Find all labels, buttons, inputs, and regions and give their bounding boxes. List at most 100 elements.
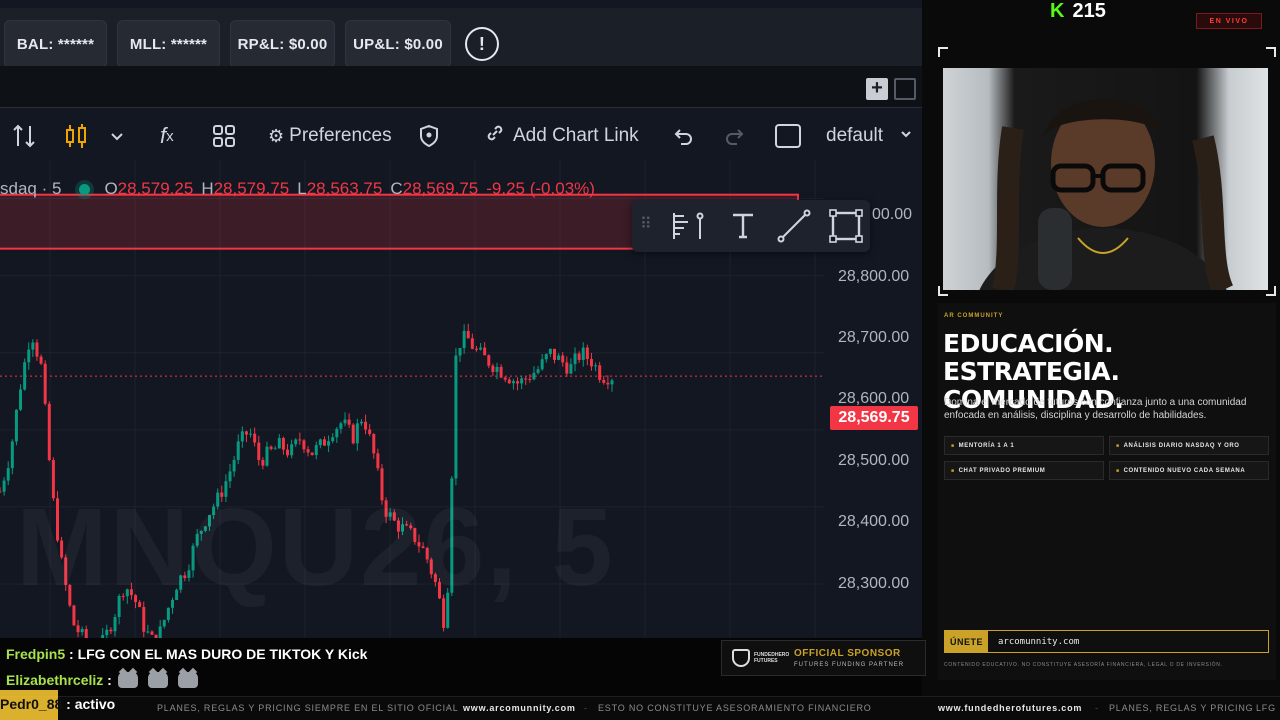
webcam-feed: [943, 68, 1268, 290]
price-axis[interactable]: 00.00 28,800.00 28,700.00 28,600.00 28,5…: [824, 160, 922, 638]
close-key: C: [390, 179, 403, 198]
candle-body: [253, 433, 257, 443]
candle-body: [462, 330, 466, 348]
candle-body: [310, 452, 314, 456]
candle-body: [10, 441, 14, 469]
realized-pnl-badge[interactable]: RP&L: $0.00: [230, 20, 335, 68]
layout-select[interactable]: default: [826, 112, 913, 160]
chevron-down-icon[interactable]: [108, 112, 126, 160]
low-value: 28,563.75: [306, 179, 383, 198]
candle-body: [27, 349, 31, 363]
candle-body: [577, 353, 581, 360]
high-key: H: [201, 179, 214, 198]
indicators-icon[interactable]: fx: [160, 112, 174, 160]
candle-body: [314, 445, 318, 456]
open-value: 28,579.25: [117, 179, 194, 198]
candle-body: [113, 617, 117, 632]
candle-body: [150, 631, 154, 635]
chat-message: Pedr0_88 : activo: [0, 696, 115, 712]
candle-body: [331, 437, 335, 442]
candle-body: [146, 631, 150, 633]
candle-body: [581, 347, 585, 360]
candle-body: [109, 629, 113, 632]
candle-body: [105, 629, 109, 636]
join-button[interactable]: ÚNETE: [945, 631, 988, 652]
ticker-text: PLANES, REGLAS Y PRICING: [1109, 703, 1254, 713]
add-chart-link-button[interactable]: Add Chart Link: [484, 112, 639, 160]
candle-body: [355, 423, 359, 444]
preferences-button[interactable]: ⚙ Preferences: [268, 112, 392, 160]
candle-body: [524, 378, 528, 380]
candle-body: [359, 421, 363, 424]
redo-icon[interactable]: [724, 112, 746, 160]
join-url[interactable]: arcomunnity.com: [998, 637, 1079, 647]
candles-icon[interactable]: [62, 112, 90, 160]
candle-body: [277, 438, 281, 449]
text-tool-icon[interactable]: [730, 210, 756, 245]
chat-username: Fredpin5: [6, 646, 66, 662]
viewer-count-value: 215: [1072, 0, 1106, 22]
chat-username: Pedr0_88: [0, 696, 63, 712]
candle-body: [487, 355, 491, 366]
feature-badge: CHAT PRIVADO PREMIUM: [944, 461, 1104, 480]
candle-body: [589, 359, 593, 367]
ticker-text: ESTO NO CONSTITUYE ASESORAMIENTO FINANCI…: [598, 703, 872, 713]
info-icon[interactable]: !: [465, 27, 499, 61]
mll-badge[interactable]: MLL: ******: [117, 20, 220, 68]
news-ticker: PLANES, REGLAS Y PRICING SIEMPRE EN EL S…: [0, 696, 1280, 720]
cat-emote-icon: [147, 672, 168, 688]
candle-body: [598, 365, 602, 380]
undo-icon[interactable]: [672, 112, 694, 160]
fib-tool-icon[interactable]: [670, 210, 704, 247]
balance-badge[interactable]: BAL: ******: [4, 20, 107, 68]
candle-body: [544, 354, 548, 360]
trendline-tool-icon[interactable]: [776, 208, 812, 249]
promo-description: Domina el mercado de futuros con confian…: [944, 397, 1247, 421]
chat-colon: :: [62, 696, 75, 712]
symbol-watermark: MNQU26, 5: [16, 484, 615, 611]
candle-body: [372, 434, 376, 454]
candle-body: [540, 359, 544, 370]
fundedhero-logo: FUNDEDHERO FUTURES: [722, 649, 790, 667]
chat-message: Fredpin5 : LFG CON EL MAS DURO DE TIKTOK…: [6, 646, 367, 662]
price-axis-label: 28,500.00: [838, 452, 910, 469]
candle-body: [31, 342, 35, 350]
candle-body: [548, 348, 552, 355]
candle-body: [158, 626, 162, 638]
open-key: O: [104, 179, 118, 198]
candle-body: [290, 444, 294, 456]
candle-body: [286, 449, 290, 456]
price-axis-label: 00.00: [872, 206, 913, 223]
fullscreen-icon[interactable]: [774, 112, 802, 160]
gear-icon: ⚙: [268, 125, 285, 146]
candle-body: [470, 338, 474, 349]
candle-body: [507, 379, 511, 384]
candle-body: [162, 619, 166, 627]
price-axis-label: 28,700.00: [838, 329, 910, 346]
candle-body: [318, 439, 322, 446]
candle-body: [298, 439, 302, 441]
candle-body: [364, 421, 368, 430]
candle-body: [351, 424, 355, 444]
cat-emote-icon: [117, 672, 138, 688]
compare-icon[interactable]: [10, 112, 38, 160]
candle-body: [2, 480, 6, 492]
drag-handle-icon[interactable]: ⠿: [640, 214, 652, 234]
maximize-button[interactable]: [894, 78, 916, 100]
feature-badge: CONTENIDO NUEVO CADA SEMANA: [1109, 461, 1269, 480]
candle-body: [19, 389, 23, 410]
ticker-text: PLANES, REGLAS Y PRICING SIEMPRE EN EL S…: [157, 703, 459, 713]
candle-body: [273, 448, 277, 450]
join-bar[interactable]: ÚNETE arcomunnity.com: [944, 630, 1269, 653]
layouts-icon[interactable]: [210, 112, 238, 160]
candle-body: [454, 355, 458, 479]
candle-body: [499, 366, 503, 378]
shield-icon[interactable]: [418, 112, 440, 160]
unrealized-pnl-badge[interactable]: UP&L: $0.00: [345, 20, 451, 68]
candle-body: [39, 356, 43, 364]
ticker-text: LFG: [1256, 703, 1276, 713]
live-badge: EN VIVO: [1196, 13, 1262, 29]
viewer-count: K 215: [1050, 0, 1106, 22]
add-panel-button[interactable]: +: [866, 78, 888, 100]
sponsor-logo-text: FUNDEDHERO FUTURES: [754, 652, 790, 664]
